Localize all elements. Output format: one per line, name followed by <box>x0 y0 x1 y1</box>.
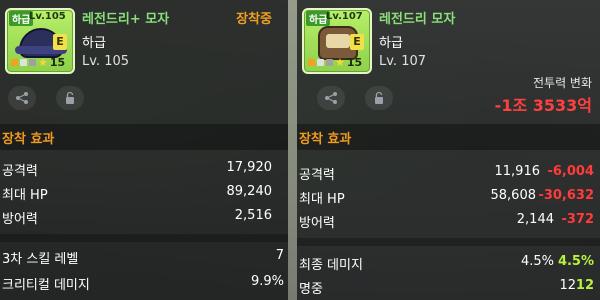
stat-diff: -6,004 <box>547 164 594 179</box>
power-change-label: 전투력 변화 <box>532 76 592 90</box>
potential-badge: E <box>350 34 364 50</box>
stat-value: 9.9% <box>250 274 284 289</box>
share-icon <box>16 92 28 104</box>
stat-label: 크리티컬 데미지 <box>2 278 90 293</box>
level-tag: Lv.107 <box>326 11 363 22</box>
item-name: 레전드리+ 모자 <box>82 12 170 27</box>
compare-item-panel: 하급 Lv.107 E ★ 15 레전드리 모자 하급 Lv. 107 전투력 … <box>297 0 600 300</box>
stat-label: 최종 데미지 <box>299 258 363 273</box>
stat-value: 89,240 <box>226 184 273 199</box>
stat-label: 공격력 <box>299 168 335 183</box>
stat-value: 2,144 <box>516 212 554 227</box>
divider <box>297 238 600 246</box>
stat-label: 공격력 <box>2 164 38 179</box>
stat-diff: 4.5% <box>557 254 594 269</box>
potential-dot <box>29 59 36 66</box>
panel-divider <box>288 0 297 300</box>
share-button[interactable] <box>8 86 36 110</box>
stat-value: 4.5% <box>520 254 554 269</box>
power-change-value: -1조 3533억 <box>494 96 592 115</box>
share-icon <box>325 92 337 104</box>
potential-dot <box>11 59 18 66</box>
star-icon: ★ <box>335 56 345 69</box>
stat-row-crit-damage: 크리티컬 데미지 9.9% <box>0 272 288 294</box>
stat-diff: 12 <box>575 278 594 293</box>
lock-button[interactable] <box>56 86 84 110</box>
equipped-item-panel: 하급 Lv.105 E ★ 15 레전드리+ 모자 장착중 하급 Lv. 105… <box>0 0 288 300</box>
section-title-equip-effect: 장착 효과 <box>299 132 352 147</box>
star-count: 15 <box>346 56 363 69</box>
lock-button[interactable] <box>365 86 393 110</box>
stat-row-max-hp: 최대 HP 89,240 <box>0 182 288 204</box>
stat-value: 12 <box>559 278 576 293</box>
divider <box>0 234 288 242</box>
stat-row-attack: 공격력 11,916 -6,004 <box>297 162 600 184</box>
stat-row-defense: 방어력 2,516 <box>0 206 288 228</box>
stat-label: 최대 HP <box>2 188 48 203</box>
stat-row-final-damage: 최종 데미지 4.5% 4.5% <box>297 252 600 274</box>
stat-row-skill-level: 3차 스킬 레벨 7 <box>0 246 288 268</box>
lock-icon <box>375 91 383 104</box>
item-level: Lv. 105 <box>82 54 130 69</box>
item-grade: 하급 <box>82 36 106 51</box>
stat-label: 최대 HP <box>299 192 345 207</box>
star-icon: ★ <box>38 56 48 69</box>
potential-dot <box>308 59 315 66</box>
stat-label: 명중 <box>299 282 323 297</box>
equipped-status: 장착중 <box>236 12 272 27</box>
stat-label: 방어력 <box>299 216 335 231</box>
potential-dot <box>317 59 324 66</box>
stat-row-attack: 공격력 17,920 <box>0 158 288 180</box>
stat-row-accuracy: 명중 12 12 <box>297 276 600 298</box>
stat-value: 58,608 <box>490 188 537 203</box>
potential-dot <box>326 59 333 66</box>
stat-label: 3차 스킬 레벨 <box>2 252 79 267</box>
item-name: 레전드리 모자 <box>379 12 456 27</box>
item-grade: 하급 <box>379 36 403 51</box>
stat-row-max-hp: 최대 HP 58,608 -30,632 <box>297 186 600 208</box>
stat-label: 방어력 <box>2 212 38 227</box>
section-title-equip-effect: 장착 효과 <box>2 132 55 147</box>
stat-diff: -372 <box>561 212 594 227</box>
stat-value: 11,916 <box>494 164 541 179</box>
item-level: Lv. 107 <box>379 54 427 69</box>
potential-dot <box>20 59 27 66</box>
potential-badge: E <box>53 34 67 50</box>
stat-value: 17,920 <box>226 160 273 175</box>
stat-value: 7 <box>275 248 284 263</box>
lock-icon <box>66 91 74 104</box>
stat-row-defense: 방어력 2,144 -372 <box>297 210 600 232</box>
share-button[interactable] <box>317 86 345 110</box>
level-tag: Lv.105 <box>29 11 66 22</box>
stat-diff: -30,632 <box>538 188 594 203</box>
star-count: 15 <box>49 56 66 69</box>
item-icon-hat[interactable]: 하급 Lv.105 E ★ 15 <box>5 8 75 74</box>
item-icon-hat[interactable]: 하급 Lv.107 E ★ 15 <box>302 8 372 74</box>
stat-value: 2,516 <box>234 208 272 223</box>
